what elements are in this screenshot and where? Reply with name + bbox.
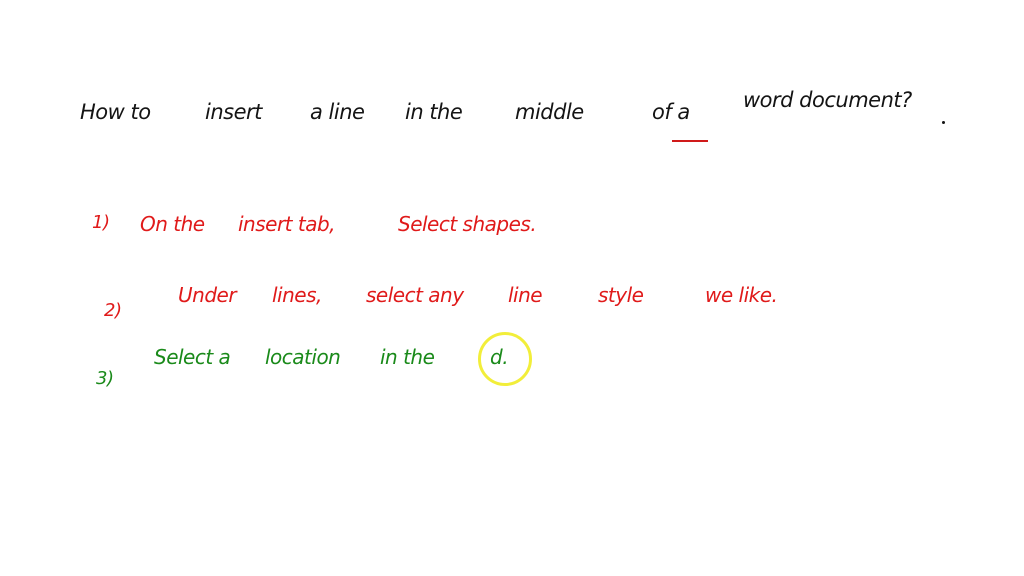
step-number: 2) (104, 300, 122, 321)
step-word: Select a (154, 345, 231, 369)
step-word: location (265, 345, 341, 369)
stray-dot (942, 121, 945, 124)
step-number: 3) (96, 368, 114, 389)
step-number: 1) (92, 212, 110, 233)
step-word: insert tab, (238, 212, 336, 236)
step-word: select any (366, 283, 464, 307)
step-word: in the (380, 345, 435, 369)
question-word: a line (310, 100, 365, 124)
step-word: On the (140, 212, 205, 236)
question-word: How to (80, 100, 151, 124)
step-word: we like. (705, 283, 778, 307)
question-word: middle (515, 100, 584, 124)
step-word: lines, (272, 283, 322, 307)
pen-cursor-highlight (478, 332, 532, 386)
question-word: of a (652, 100, 690, 124)
question-word: word document? (743, 88, 912, 112)
underline-annotation (672, 140, 708, 142)
question-word: insert (205, 100, 262, 124)
step-word: Under (178, 283, 237, 307)
step-word: line (508, 283, 543, 307)
step-word: Select shapes. (398, 212, 537, 236)
question-word: in the (405, 100, 463, 124)
step-word: style (598, 283, 644, 307)
